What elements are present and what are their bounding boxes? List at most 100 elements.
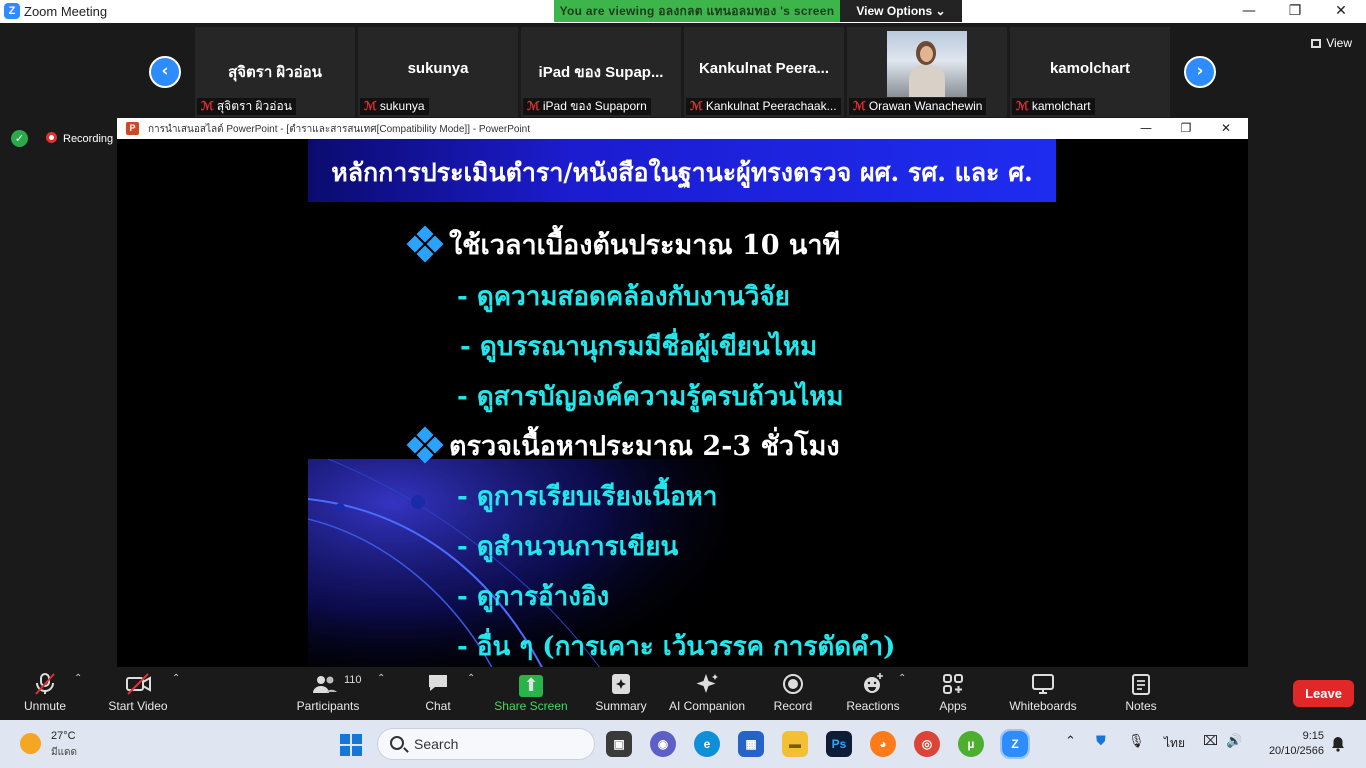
clock-date: 20/10/2566 bbox=[1268, 745, 1324, 757]
whiteboards-label: Whiteboards bbox=[1009, 699, 1077, 713]
participant-tile[interactable]: Kankulnat Peera... ℳ Kankulnat Peerachaak… bbox=[684, 27, 844, 117]
participant-video-photo bbox=[887, 31, 967, 97]
reactions-button[interactable]: Reactions bbox=[846, 667, 900, 720]
participant-name: Orawan Wanachewin bbox=[868, 99, 983, 113]
participant-tile[interactable]: ℳ Orawan Wanachewin bbox=[847, 27, 1007, 117]
close-button[interactable]: ✕ bbox=[1318, 0, 1364, 23]
participant-tile[interactable]: สุจิตรา ผิวอ่อน ℳ สุจิตรา ผิวอ่อน bbox=[195, 27, 355, 117]
recording-indicator[interactable]: Recording bbox=[46, 132, 113, 145]
summary-button[interactable]: Summary bbox=[595, 667, 647, 720]
participant-name: kamolchart bbox=[1031, 99, 1091, 113]
task-view-icon[interactable]: ▣ bbox=[606, 731, 632, 757]
windows-start-icon[interactable] bbox=[340, 734, 362, 756]
microphone-tray-icon[interactable]: 🎙 bbox=[1128, 734, 1145, 749]
diamond-bullet-icon bbox=[406, 426, 444, 464]
start-video-button[interactable]: Start Video bbox=[108, 667, 168, 720]
meeting-toolbar: Unmute ⌃ Start Video ⌃ 110 Participants … bbox=[0, 667, 1366, 720]
slide-title-bar: หลักการประเมินตำรา/หนังสือในฐานะผู้ทรงตร… bbox=[308, 139, 1056, 202]
close-icon: ✕ bbox=[1335, 3, 1347, 19]
participant-tile[interactable]: iPad ของ Supap... ℳiPad ของ Supaporn bbox=[521, 27, 681, 117]
view-button[interactable]: View bbox=[1311, 36, 1352, 50]
sun-icon bbox=[20, 733, 41, 754]
view-options-label: View Options bbox=[856, 4, 933, 18]
zoom-logo-icon: Z bbox=[4, 3, 20, 19]
language-indicator[interactable]: ไทย bbox=[1164, 734, 1185, 753]
participants-options-button[interactable]: ⌃ bbox=[375, 667, 387, 720]
network-icon[interactable]: ⌧ bbox=[1203, 734, 1218, 749]
notification-bell-icon[interactable] bbox=[1331, 736, 1345, 752]
chat-options-button[interactable]: ⌃ bbox=[465, 667, 477, 720]
record-label: Record bbox=[773, 699, 813, 713]
shared-screen: P การนำเสนอสไลด์ PowerPoint - [ตำราและสา… bbox=[117, 118, 1248, 667]
participant-strip: ‹ สุจิตรา ผิวอ่อน ℳ สุจิตรา ผิวอ่อน sukun… bbox=[0, 23, 1366, 118]
zoom-taskbar-icon[interactable]: Z bbox=[1000, 729, 1030, 759]
audio-options-button[interactable]: ⌃ bbox=[72, 667, 84, 720]
unmute-button[interactable]: Unmute bbox=[22, 667, 68, 720]
mic-muted-icon: ℳ bbox=[853, 99, 866, 113]
firefox-icon[interactable]: ◕ bbox=[870, 731, 896, 757]
mic-muted-icon: ℳ bbox=[1016, 99, 1029, 113]
file-explorer-icon[interactable]: ▬ bbox=[782, 731, 808, 757]
caret-up-icon: ⌃ bbox=[377, 673, 386, 684]
microsoft-store-icon[interactable]: ▦ bbox=[738, 731, 764, 757]
apps-button[interactable]: Apps bbox=[933, 667, 973, 720]
participant-display-name: kamolchart bbox=[1049, 60, 1131, 77]
apps-label: Apps bbox=[939, 699, 967, 713]
slide-sub-item: - ดูการเรียบเรียงเนื้อหา bbox=[457, 482, 718, 512]
photoshop-icon[interactable]: Ps bbox=[826, 731, 852, 757]
sparkle-icon bbox=[695, 673, 719, 695]
caret-up-icon: ⌃ bbox=[172, 673, 181, 684]
participant-tile[interactable]: kamolchart ℳkamolchart bbox=[1010, 27, 1170, 117]
share-screen-button[interactable]: ⬆ Share Screen bbox=[494, 667, 568, 720]
edge-browser-icon[interactable]: e bbox=[694, 731, 720, 757]
ai-companion-button[interactable]: AI Companion bbox=[669, 667, 745, 720]
video-options-button[interactable]: ⌃ bbox=[170, 667, 182, 720]
ai-companion-label: AI Companion bbox=[668, 699, 746, 713]
minimize-button[interactable]: — bbox=[1226, 0, 1272, 23]
reactions-options-button[interactable]: ⌃ bbox=[896, 667, 908, 720]
participants-button[interactable]: 110 Participants bbox=[297, 667, 362, 720]
participant-name-tag: ℳ Orawan Wanachewin bbox=[849, 98, 987, 115]
participant-tile[interactable]: sukunya ℳsukunya bbox=[358, 27, 518, 117]
powerpoint-window-title: การนำเสนอสไลด์ PowerPoint - [ตำราและสารส… bbox=[148, 124, 531, 135]
teams-chat-icon[interactable]: ◉ bbox=[650, 731, 676, 757]
weather-condition: มีแดด bbox=[51, 747, 78, 758]
whiteboards-button[interactable]: Whiteboards bbox=[1009, 667, 1077, 720]
recording-label: Recording bbox=[63, 133, 114, 145]
notes-button[interactable]: Notes bbox=[1121, 667, 1161, 720]
record-button[interactable]: Record bbox=[773, 667, 813, 720]
chat-button[interactable]: Chat bbox=[420, 667, 456, 720]
chrome-icon[interactable]: ◎ bbox=[914, 731, 940, 757]
show-hidden-icons-chevron-icon[interactable]: ⌃ bbox=[1065, 734, 1076, 749]
leave-button[interactable]: Leave bbox=[1293, 680, 1354, 707]
taskbar-search[interactable]: Search bbox=[377, 728, 595, 760]
chevron-right-icon: › bbox=[1196, 61, 1204, 81]
participant-name-tag: ℳ Kankulnat Peerachaak... bbox=[686, 98, 841, 115]
minimize-icon: — bbox=[1242, 3, 1256, 19]
encryption-shield-icon[interactable]: ✓ bbox=[11, 130, 28, 147]
participant-display-name: iPad ของ Supap... bbox=[538, 64, 664, 81]
powerpoint-icon: P bbox=[126, 122, 139, 135]
viewing-message: You are viewing อลงกลต แทนอลมทอง 's scre… bbox=[554, 0, 840, 22]
mic-muted-icon: ℳ bbox=[527, 99, 540, 113]
view-options-button[interactable]: View Options ⌄ bbox=[840, 0, 962, 22]
utorrent-icon[interactable]: µ bbox=[958, 731, 984, 757]
maximize-icon: ❐ bbox=[1288, 3, 1302, 19]
previous-page-button[interactable]: ‹ bbox=[149, 56, 181, 88]
participants-icon bbox=[312, 673, 337, 695]
security-tray-icon[interactable]: ⛊ bbox=[1096, 734, 1106, 749]
caret-up-icon: ⌃ bbox=[74, 673, 83, 684]
volume-icon[interactable]: 🔊 bbox=[1226, 734, 1242, 749]
notes-label: Notes bbox=[1125, 699, 1157, 713]
summary-label: Summary bbox=[595, 699, 647, 713]
recording-dot-icon bbox=[46, 132, 57, 143]
slide: หลักการประเมินตำรา/หนังสือในฐานะผู้ทรงตร… bbox=[117, 139, 1248, 667]
participant-name-tag: ℳkamolchart bbox=[1012, 98, 1095, 115]
record-icon bbox=[781, 673, 805, 695]
next-page-button[interactable]: › bbox=[1184, 56, 1216, 88]
system-clock[interactable]: 9:15 20/10/2566 bbox=[1258, 729, 1324, 759]
maximize-button[interactable]: ❐ bbox=[1272, 0, 1318, 23]
caret-up-icon: ⌃ bbox=[898, 673, 907, 684]
apps-icon bbox=[941, 673, 965, 695]
participant-name: iPad ของ Supaporn bbox=[542, 99, 647, 113]
